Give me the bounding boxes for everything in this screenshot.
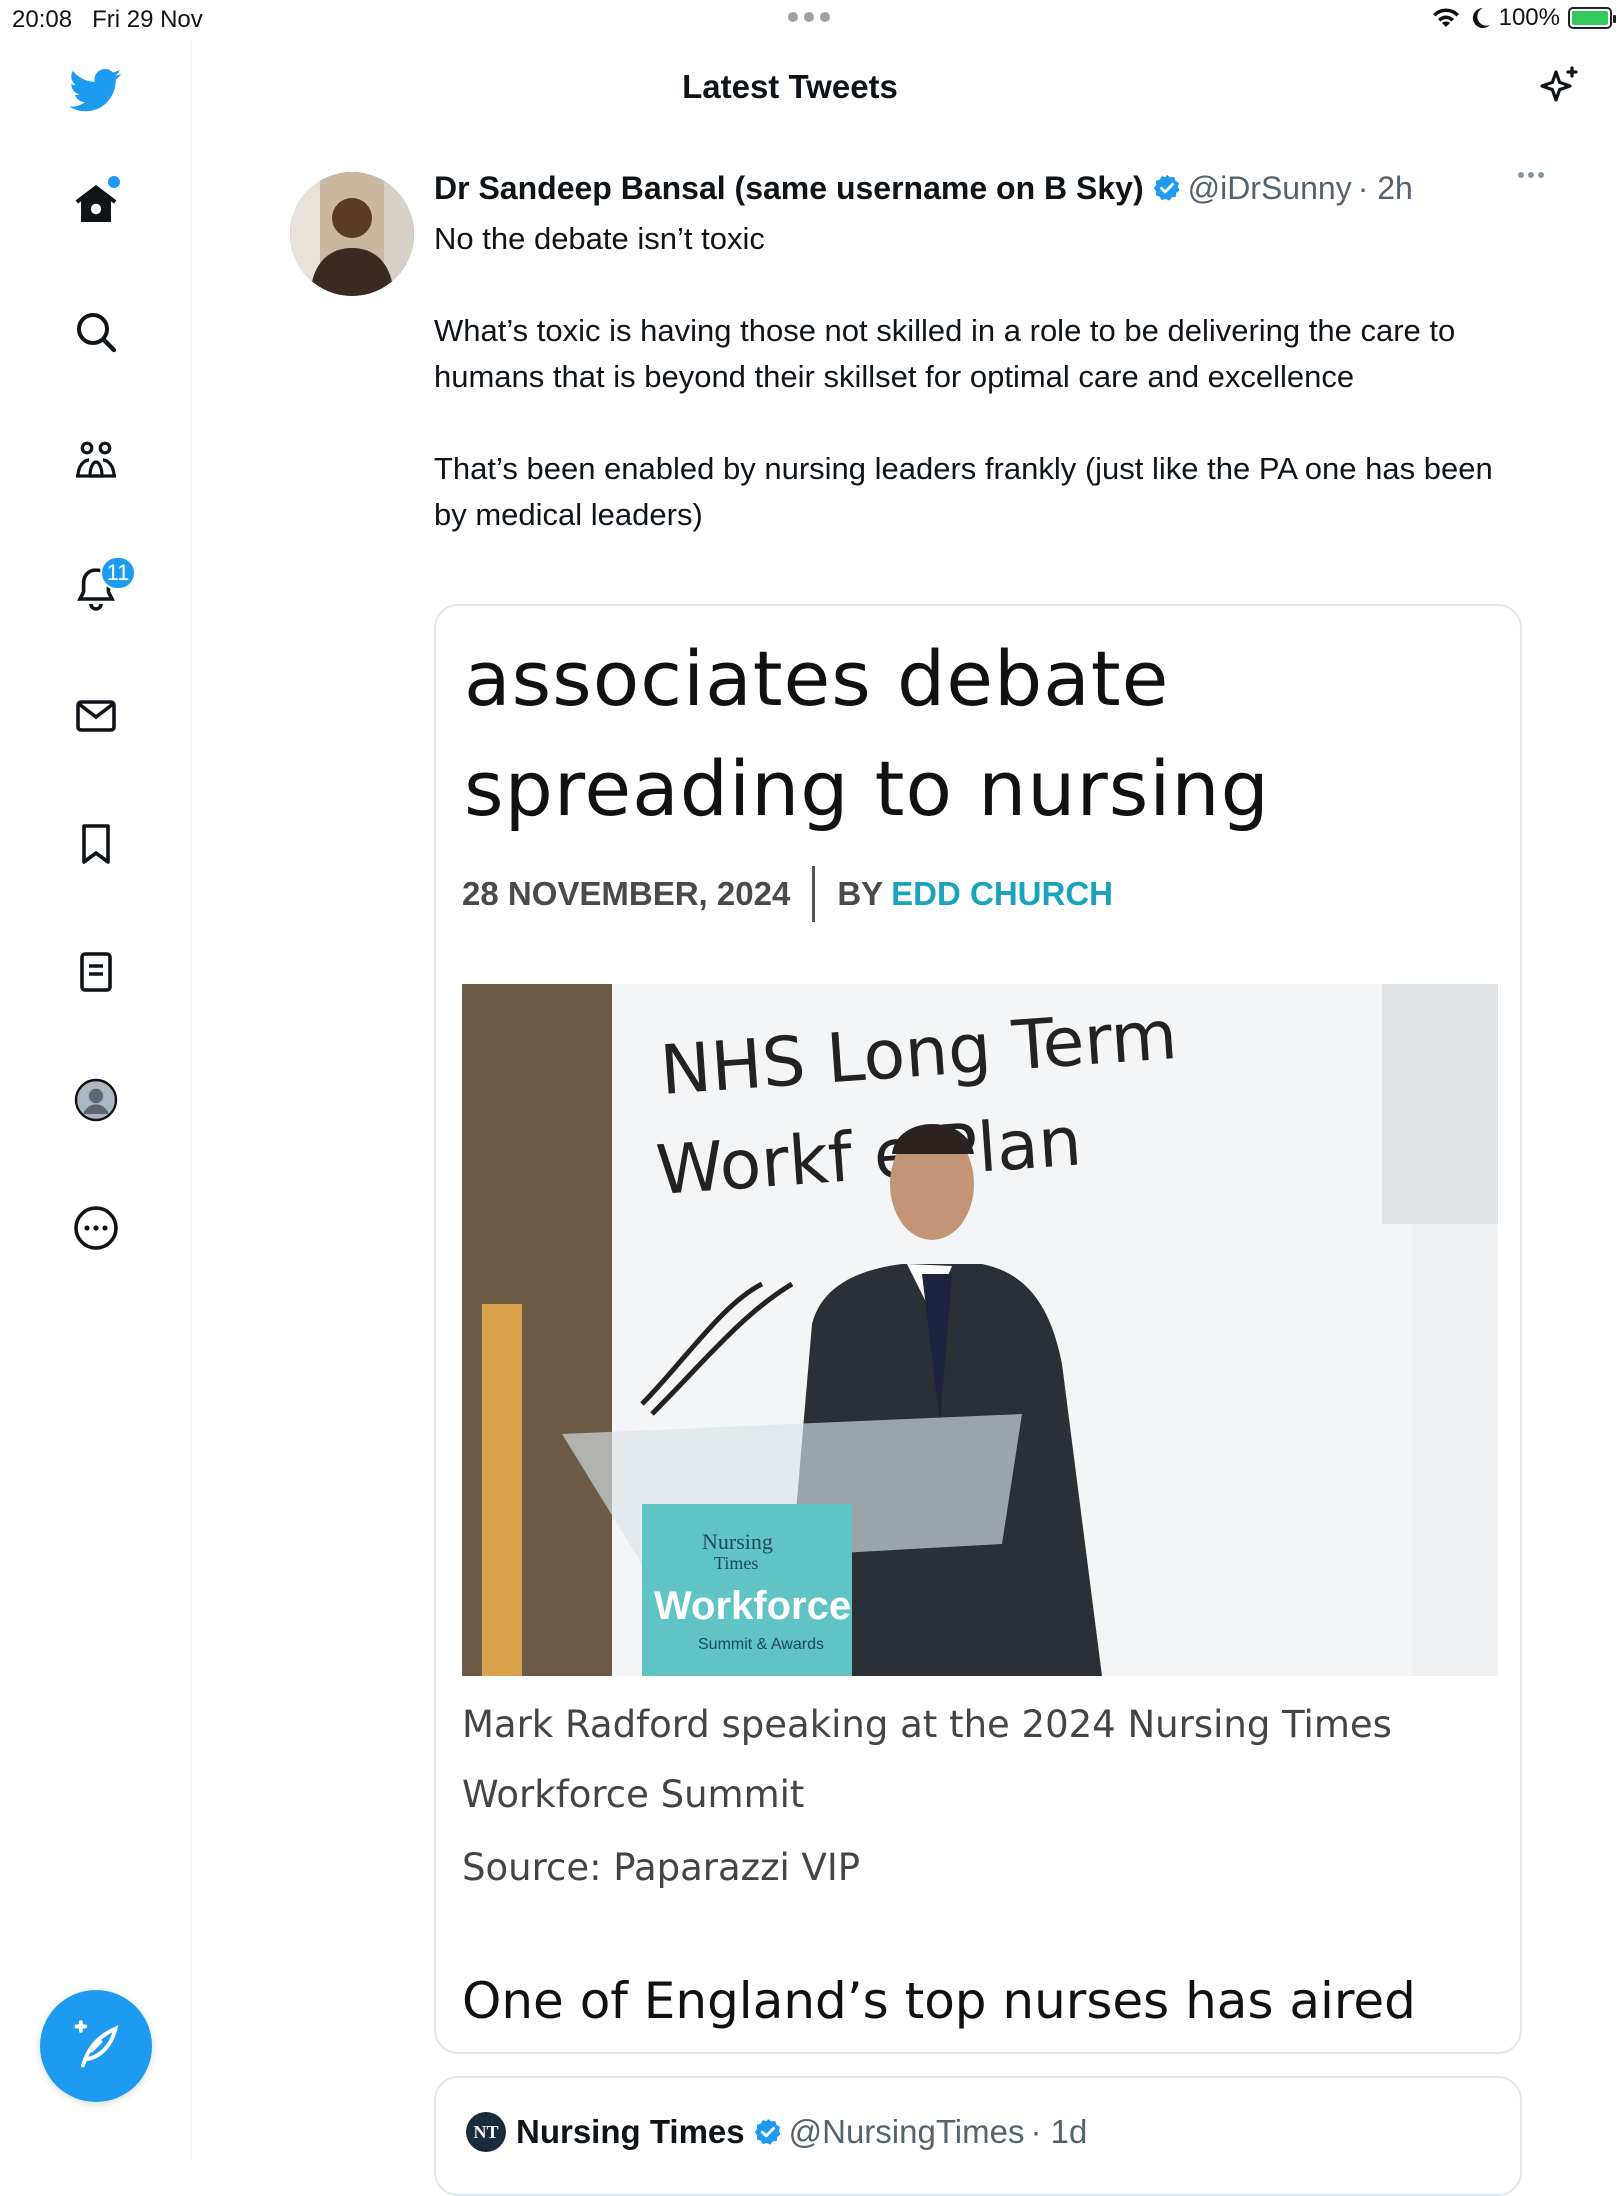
nav-more[interactable] [56,1188,136,1268]
lists-icon [80,952,112,992]
article-meta: 28 NOVEMBER, 2024 BY EDD CHURCH [462,866,1113,922]
tweet-paragraph: That’s been enabled by nursing leaders f… [434,451,1493,532]
tweet-time[interactable]: · 2h [1358,170,1413,207]
sidebar: 11 [0,40,192,2160]
more-icon [74,1206,118,1250]
article-photo: NHS Long Term Workf e Plan Nursing Times… [462,984,1498,1676]
status-clock: 20:08 [12,6,73,33]
moon-icon [1472,7,1490,28]
podium-text: Workforce [654,1584,851,1628]
byline-prefix: BY [837,875,884,912]
nursing-times-logo: NT [466,2112,506,2152]
status-bar: 20:08 Fri 29 Nov 100% [0,0,1620,40]
tweet-paragraph: What’s toxic is having those not skilled… [434,313,1456,394]
headline-line: associates debate [464,634,1170,723]
nav-lists[interactable] [56,932,136,1012]
status-right: 100% [1431,4,1616,32]
quoted-tweet-header: NT Nursing Times @NursingTimes · 1d [466,2112,1087,2152]
nav-communities[interactable] [56,420,136,500]
compose-icon [74,2020,119,2068]
quoted-author-handle: @NursingTimes [788,2113,1025,2150]
nav-profile[interactable] [56,1060,136,1140]
messages-icon [76,700,116,732]
multitasking-dots[interactable] [788,12,830,22]
tweet-media-image[interactable]: associates debate spreading to nursing 2… [434,604,1522,2054]
bookmarks-icon [82,824,110,864]
tweet-more-button[interactable] [1518,172,1544,178]
author-name[interactable]: Dr Sandeep Bansal (same username on B Sk… [434,170,1144,207]
nav-search[interactable] [56,292,136,372]
sparkle-icon [1540,66,1578,102]
twitter-bird-icon [70,68,122,112]
article-lead: One of England’s top nurses has aired [462,1972,1416,2030]
quoted-tweet-time: · 1d [1030,2113,1088,2150]
status-time: 20:08 Fri 29 Nov [12,6,203,34]
tweet-text: No the debate isn’t toxic What’s toxic i… [434,216,1534,584]
wifi-icon [1432,8,1459,27]
notifications-badge: 11 [100,556,136,590]
profile-icon [74,1078,118,1122]
battery-percent: 100% [1498,4,1560,31]
podium-text: Times [714,1553,758,1573]
meta-divider [812,866,816,922]
compose-button[interactable] [40,1990,152,2102]
article-date: 28 NOVEMBER, 2024 [462,875,791,912]
article-author: EDD CHURCH [891,875,1113,912]
home-new-dot [108,176,120,188]
author-avatar[interactable] [290,172,414,296]
nav-bookmarks[interactable] [56,804,136,884]
podium-text: Summit & Awards [698,1636,824,1653]
podium-text: Nursing [702,1529,773,1554]
author-handle[interactable]: @iDrSunny [1188,170,1352,207]
timeline-switch-button[interactable] [1532,60,1588,116]
battery-icon [1568,7,1616,29]
headline-line: spreading to nursing [464,744,1270,833]
nav-notifications[interactable]: 11 [56,548,136,628]
quoted-author-name: Nursing Times [516,2113,745,2150]
status-date: Fri 29 Nov [92,6,203,33]
quoted-tweet[interactable]: NT Nursing Times @NursingTimes · 1d [434,2076,1522,2196]
search-icon [77,313,117,353]
tweet-header: Dr Sandeep Bansal (same username on B Sk… [434,168,1564,208]
article-headline: associates debate spreading to nursing [464,624,1270,844]
verified-badge-icon [753,2117,783,2147]
tweet-paragraph: No the debate isn’t toxic [434,221,765,256]
twitter-logo[interactable] [56,50,136,130]
nav-messages[interactable] [56,676,136,756]
verified-badge-icon [1152,173,1182,203]
photo-source: Source: Paparazzi VIP [462,1846,861,1889]
avatar-photo [290,172,414,296]
page-title: Latest Tweets [682,68,898,105]
photo-caption: Mark Radford speaking at the 2024 Nursin… [462,1703,1392,1816]
communities-icon [76,441,116,478]
nav-home[interactable] [56,164,136,244]
